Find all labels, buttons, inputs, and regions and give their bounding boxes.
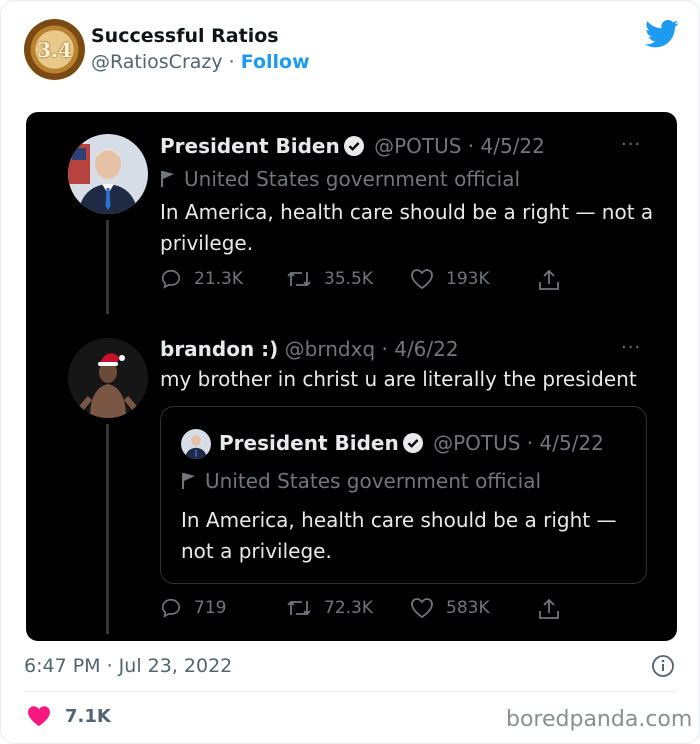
tweet2-retweet-button[interactable]: 72.3K bbox=[286, 597, 373, 619]
quoted-biden-portrait bbox=[181, 429, 211, 459]
tweet2-reply-count: 719 bbox=[194, 598, 227, 618]
reply-icon bbox=[161, 598, 181, 618]
quoted-handle-date: @POTUS · 4/5/22 bbox=[433, 431, 604, 455]
footer-divider bbox=[24, 691, 677, 692]
author-handle[interactable]: @RatiosCrazy bbox=[91, 51, 223, 73]
avatar-text: 3.4 bbox=[37, 37, 72, 62]
tweet1-handle-date[interactable]: @POTUS · 4/5/22 bbox=[374, 134, 545, 158]
tweet1-retweet-button[interactable]: 35.5K bbox=[286, 268, 373, 290]
quoted-avatar bbox=[181, 429, 211, 459]
brandon-avatar bbox=[68, 338, 148, 418]
tweet2-author-name[interactable]: brandon :) bbox=[160, 337, 278, 361]
tweet2-retweet-count: 72.3K bbox=[324, 598, 373, 618]
quoted-header: President Biden @POTUS · 4/5/22 bbox=[219, 431, 604, 455]
tweet2-text: my brother in christ u are literally the… bbox=[160, 367, 637, 391]
quoted-text: In America, health care should be a righ… bbox=[181, 508, 617, 563]
share-icon[interactable] bbox=[538, 597, 560, 621]
filled-heart-icon bbox=[28, 706, 50, 726]
retweet-icon bbox=[287, 271, 311, 287]
thread-connector-line bbox=[106, 424, 109, 634]
biden-avatar bbox=[68, 134, 148, 214]
tweet2-like-count: 583K bbox=[446, 598, 490, 618]
brandon-portrait bbox=[68, 338, 148, 418]
tweet1-like-button[interactable]: 193K bbox=[410, 268, 490, 290]
tweet1-more-icon[interactable]: ··· bbox=[621, 134, 641, 155]
tweet1-retweet-count: 35.5K bbox=[324, 269, 373, 289]
share-icon[interactable] bbox=[538, 268, 560, 292]
retweet-icon bbox=[287, 600, 311, 616]
tweet1-reply-button[interactable]: 21.3K bbox=[160, 268, 243, 290]
biden-portrait bbox=[68, 134, 148, 214]
quoted-author-name: President Biden bbox=[219, 431, 399, 455]
tweet1-author-name[interactable]: President Biden bbox=[160, 134, 340, 158]
tweet1-text: In America, health care should be a righ… bbox=[160, 200, 654, 255]
tweet1-reply-count: 21.3K bbox=[194, 269, 243, 289]
flag-icon bbox=[182, 473, 195, 489]
author-name[interactable]: Successful Ratios bbox=[91, 25, 279, 47]
tweet1-gov-label: United States government official bbox=[160, 167, 520, 191]
tweet-screenshot: President Biden @POTUS · 4/5/22 ··· Unit… bbox=[26, 112, 677, 641]
heart-icon bbox=[411, 598, 433, 619]
tweet2-reply-button[interactable]: 719 bbox=[160, 597, 226, 619]
tweet2-like-button[interactable]: 583K bbox=[410, 597, 490, 619]
quoted-gov-label: United States government official bbox=[181, 469, 541, 493]
tweet1-like-count: 193K bbox=[446, 269, 490, 289]
like-count: 7.1K bbox=[65, 705, 111, 727]
flag-icon bbox=[161, 171, 174, 187]
tweet2-header: brandon :) @brndxq · 4/6/22 bbox=[160, 337, 459, 361]
thread-connector-line bbox=[106, 220, 109, 314]
tweet2-handle-date[interactable]: @brndxq · 4/6/22 bbox=[285, 337, 459, 361]
tweet1-header: President Biden @POTUS · 4/5/22 bbox=[160, 134, 545, 158]
heart-icon bbox=[411, 269, 433, 290]
info-icon[interactable] bbox=[651, 654, 675, 678]
verified-badge-icon bbox=[402, 433, 423, 453]
verified-badge-icon bbox=[343, 136, 364, 156]
tweet2-more-icon[interactable]: ··· bbox=[621, 337, 641, 358]
tweet1-label-text: United States government official bbox=[184, 167, 521, 191]
embedded-tweet-card: 3.4 Successful Ratios @RatiosCrazy · Fol… bbox=[0, 0, 700, 744]
watermark: boredpanda.com bbox=[506, 707, 693, 732]
post-timestamp[interactable]: 6:47 PM · Jul 23, 2022 bbox=[24, 655, 232, 677]
quoted-tweet[interactable]: President Biden @POTUS · 4/5/22 United S… bbox=[160, 406, 647, 584]
handle-separator: · bbox=[222, 51, 241, 73]
quoted-label-text: United States government official bbox=[205, 469, 542, 493]
follow-link[interactable]: Follow bbox=[241, 51, 310, 73]
like-button[interactable]: 7.1K bbox=[27, 705, 111, 727]
author-avatar[interactable]: 3.4 bbox=[24, 19, 85, 80]
author-handle-row: @RatiosCrazy · Follow bbox=[91, 51, 310, 73]
reply-icon bbox=[161, 269, 181, 289]
twitter-bird-icon[interactable] bbox=[645, 19, 679, 49]
